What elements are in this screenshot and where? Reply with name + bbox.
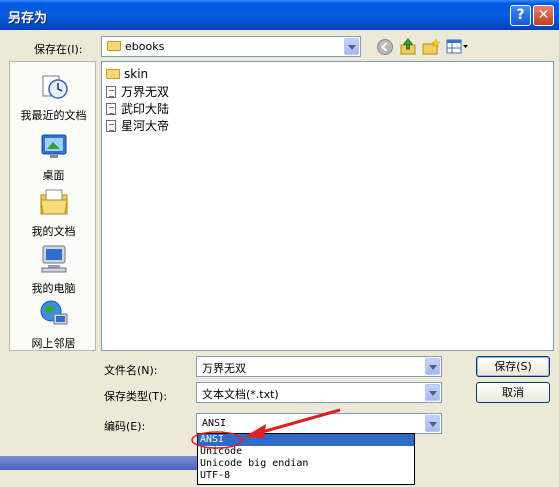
annotation-overlay bbox=[191, 408, 341, 449]
annotation-arrow-head bbox=[244, 424, 266, 438]
annotation-arrow-shaft bbox=[261, 408, 341, 434]
highlight-ellipse bbox=[191, 431, 243, 449]
